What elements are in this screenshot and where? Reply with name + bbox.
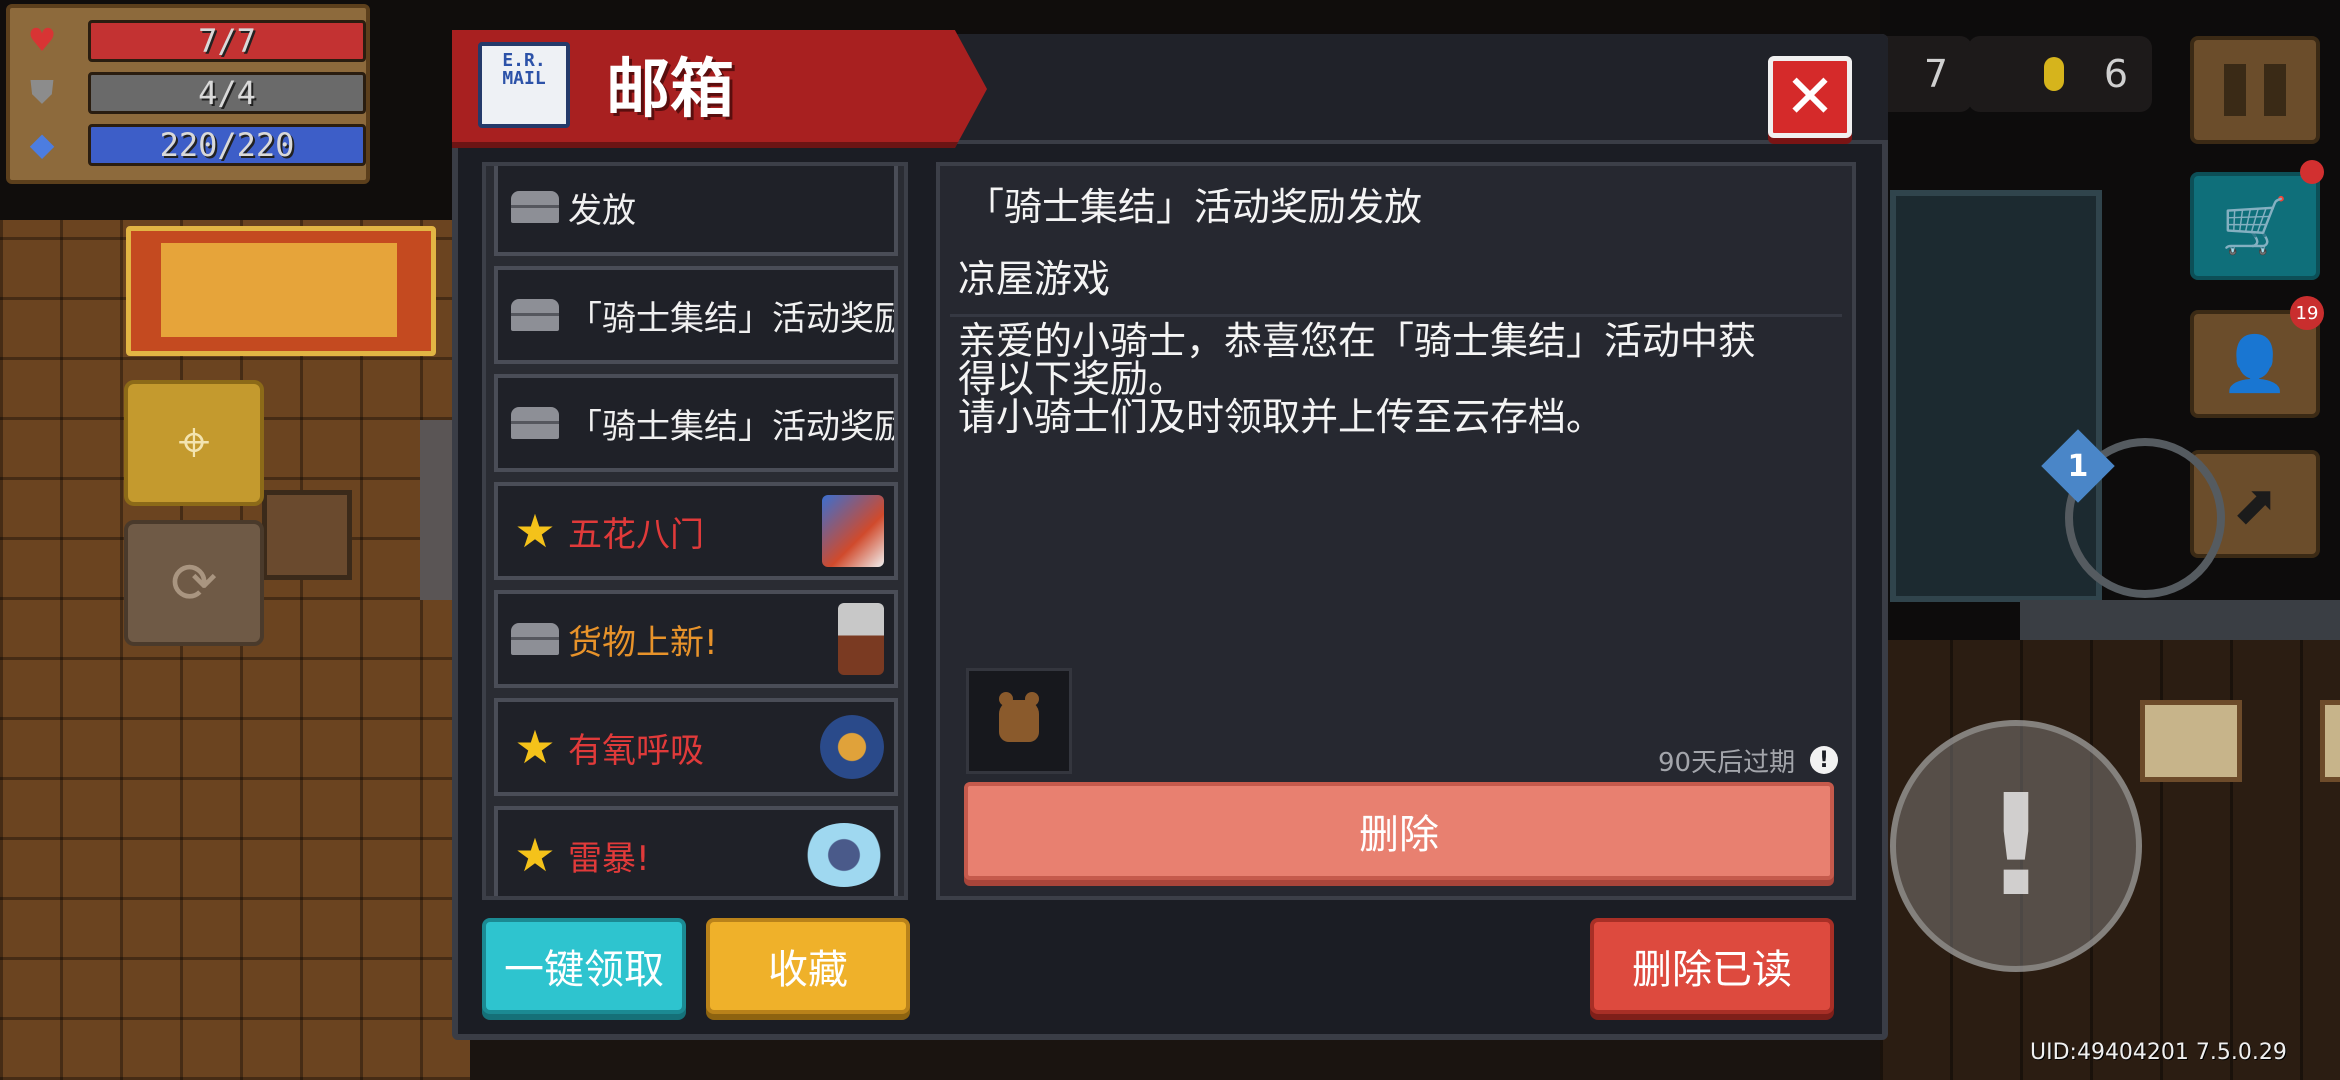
player-stats-panel: ♥ 7/7 ⛊ 4/4 ◆ 220/220 (6, 4, 370, 184)
mail-list-item[interactable]: 发放 (494, 166, 898, 256)
diver-icon (820, 715, 884, 779)
shop-notification-dot (2300, 160, 2324, 184)
favorite-button[interactable]: 收藏 (706, 918, 910, 1014)
heart-icon: ♥ (27, 21, 57, 59)
event-banner[interactable] (126, 226, 436, 356)
map-pin-button[interactable]: ⌖ (124, 380, 264, 506)
profile-card-icon: 👤 (2221, 332, 2289, 395)
mail-list-item[interactable]: 「骑士集结」活动奖励发放 (494, 374, 898, 472)
mail-subject: 货物上新! (568, 622, 718, 663)
armor-row: ⛊ 4/4 (24, 70, 366, 114)
bird-creature-icon (822, 495, 884, 567)
pause-button[interactable] (2190, 36, 2320, 144)
mail-envelope-icon: E.R. MAIL (478, 42, 570, 128)
gem-count: 7 (1923, 52, 1948, 96)
mail-list-item[interactable]: ★ 雷暴! (494, 806, 898, 896)
bear-pet-icon (999, 692, 1039, 742)
mail-detail-sender: 凉屋游戏 (958, 257, 1111, 301)
mail-list-item[interactable]: 「骑士集结」活动奖励发放 (494, 266, 898, 364)
mail-subject: 发放 (568, 190, 636, 231)
mail-subject: 「骑士集结」活动奖励发放 (568, 298, 894, 339)
delete-read-button[interactable]: 删除已读 (1590, 918, 1834, 1014)
stairs-icon: ⬈ (2232, 472, 2278, 536)
envelope-icon (511, 623, 559, 655)
profile-notification-badge: 19 (2290, 296, 2324, 330)
envelope-icon (511, 191, 559, 223)
info-exclamation-icon[interactable]: ! (1810, 746, 1838, 774)
swap-button[interactable]: ⟳ (124, 520, 264, 646)
star-icon: ★ (514, 828, 556, 882)
star-icon: ★ (514, 504, 556, 558)
envelope-icon (511, 407, 559, 439)
action-button[interactable]: ! (1890, 720, 2142, 972)
energy-row: ◆ 220/220 (24, 122, 366, 166)
star-icon: ★ (514, 720, 556, 774)
coin-count: 6 (2103, 52, 2128, 96)
hp-row: ♥ 7/7 (24, 18, 366, 62)
mail-list-item[interactable]: ★ 五花八门 (494, 482, 898, 580)
mail-subject: 有氧呼吸 (568, 730, 704, 771)
storm-icon (804, 823, 884, 887)
background-chest (262, 490, 352, 580)
delete-button[interactable]: 删除 (964, 782, 1834, 880)
map-pin-icon: ⌖ (178, 410, 210, 475)
mail-detail-title: 「骑士集结」活动奖励发放 (966, 185, 1423, 229)
background-plaque (2140, 700, 2242, 782)
coin-counter: 6 (1968, 36, 2152, 112)
mail-subject: 「骑士集结」活动奖励发放 (568, 406, 894, 447)
uid-version-label: UID:49404201 7.5.0.29 (2030, 1040, 2287, 1065)
mail-list-item[interactable]: ★ 有氧呼吸 (494, 698, 898, 796)
background-counter (2020, 600, 2340, 640)
close-button[interactable]: ✕ (1768, 56, 1852, 138)
mail-list[interactable]: 发放 「骑士集结」活动奖励发放 「骑士集结」活动奖励发放 ★ 五花八门 货物上新… (482, 162, 908, 900)
claim-all-button[interactable]: 一键领取 (482, 918, 686, 1014)
close-icon: ✕ (1784, 62, 1836, 132)
mail-detail-divider (950, 314, 1842, 317)
mailbox-title: 邮箱 (606, 53, 734, 127)
shop-cart-button[interactable]: 🛒 (2190, 172, 2320, 280)
mail-subject: 雷暴! (568, 838, 650, 879)
background-plaque (2320, 700, 2340, 782)
energy-bar: 220/220 (88, 124, 366, 166)
hp-bar: 7/7 (88, 20, 366, 62)
swap-icon: ⟳ (170, 550, 218, 616)
cart-icon: 🛒 (2221, 194, 2289, 257)
armor-bar: 4/4 (88, 72, 366, 114)
merchant-icon (838, 603, 884, 675)
envelope-icon (511, 299, 559, 331)
reward-item-slot[interactable] (966, 668, 1072, 774)
coin-icon (2043, 57, 2064, 91)
mail-subject: 五花八门 (568, 514, 704, 555)
mail-list-item[interactable]: 货物上新! (494, 590, 898, 688)
shield-icon: ⛊ (29, 72, 54, 111)
exclamation-icon: ! (1984, 764, 2048, 928)
expire-label: 90天后过期 (1658, 748, 1796, 778)
mail-detail-body: 亲爱的小骑士，恭喜您在「骑士集结」活动中获 得以下奖励。 请小骑士们及时领取并上… (958, 319, 1757, 439)
energy-diamond-icon: ◆ (29, 125, 55, 163)
